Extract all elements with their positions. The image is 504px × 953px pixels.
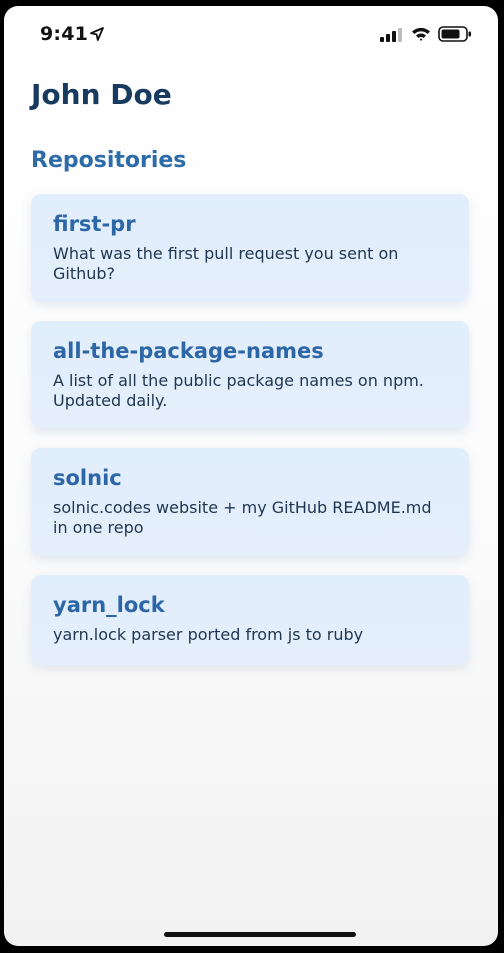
repo-name: yarn_lock bbox=[53, 593, 165, 617]
device-frame: 9:41 John Doe Repositories first-pr What… bbox=[0, 0, 504, 953]
profile-name: John Doe bbox=[31, 78, 172, 111]
repository-list: first-pr What was the first pull request… bbox=[31, 194, 469, 684]
home-indicator[interactable] bbox=[164, 932, 356, 937]
repo-name: all-the-package-names bbox=[53, 339, 324, 363]
repo-description: A list of all the public package names o… bbox=[53, 371, 424, 410]
location-arrow-icon bbox=[90, 27, 104, 41]
repo-card-all-the-package-names[interactable]: all-the-package-names A list of all the … bbox=[31, 321, 469, 429]
repo-card-yarn-lock[interactable]: yarn_lock yarn.lock parser ported from j… bbox=[31, 575, 469, 665]
status-bar: 9:41 bbox=[4, 6, 498, 62]
repo-card-solnic[interactable]: solnic solnic.codes website + my GitHub … bbox=[31, 448, 469, 556]
status-time: 9:41 bbox=[40, 23, 89, 45]
repo-description: yarn.lock parser ported from js to ruby bbox=[53, 625, 364, 644]
repo-description: solnic.codes website + my GitHub README.… bbox=[53, 498, 432, 537]
repo-name: solnic bbox=[53, 466, 122, 490]
cellular-signal-icon bbox=[380, 28, 402, 42]
wifi-icon bbox=[412, 27, 430, 41]
app-screen: 9:41 John Doe Repositories first-pr What… bbox=[4, 6, 498, 946]
battery-icon bbox=[438, 26, 471, 42]
repo-card-first-pr[interactable]: first-pr What was the first pull request… bbox=[31, 194, 469, 302]
repo-description: What was the first pull request you sent… bbox=[53, 244, 399, 283]
repositories-heading: Repositories bbox=[31, 148, 187, 173]
repo-name: first-pr bbox=[53, 212, 136, 236]
